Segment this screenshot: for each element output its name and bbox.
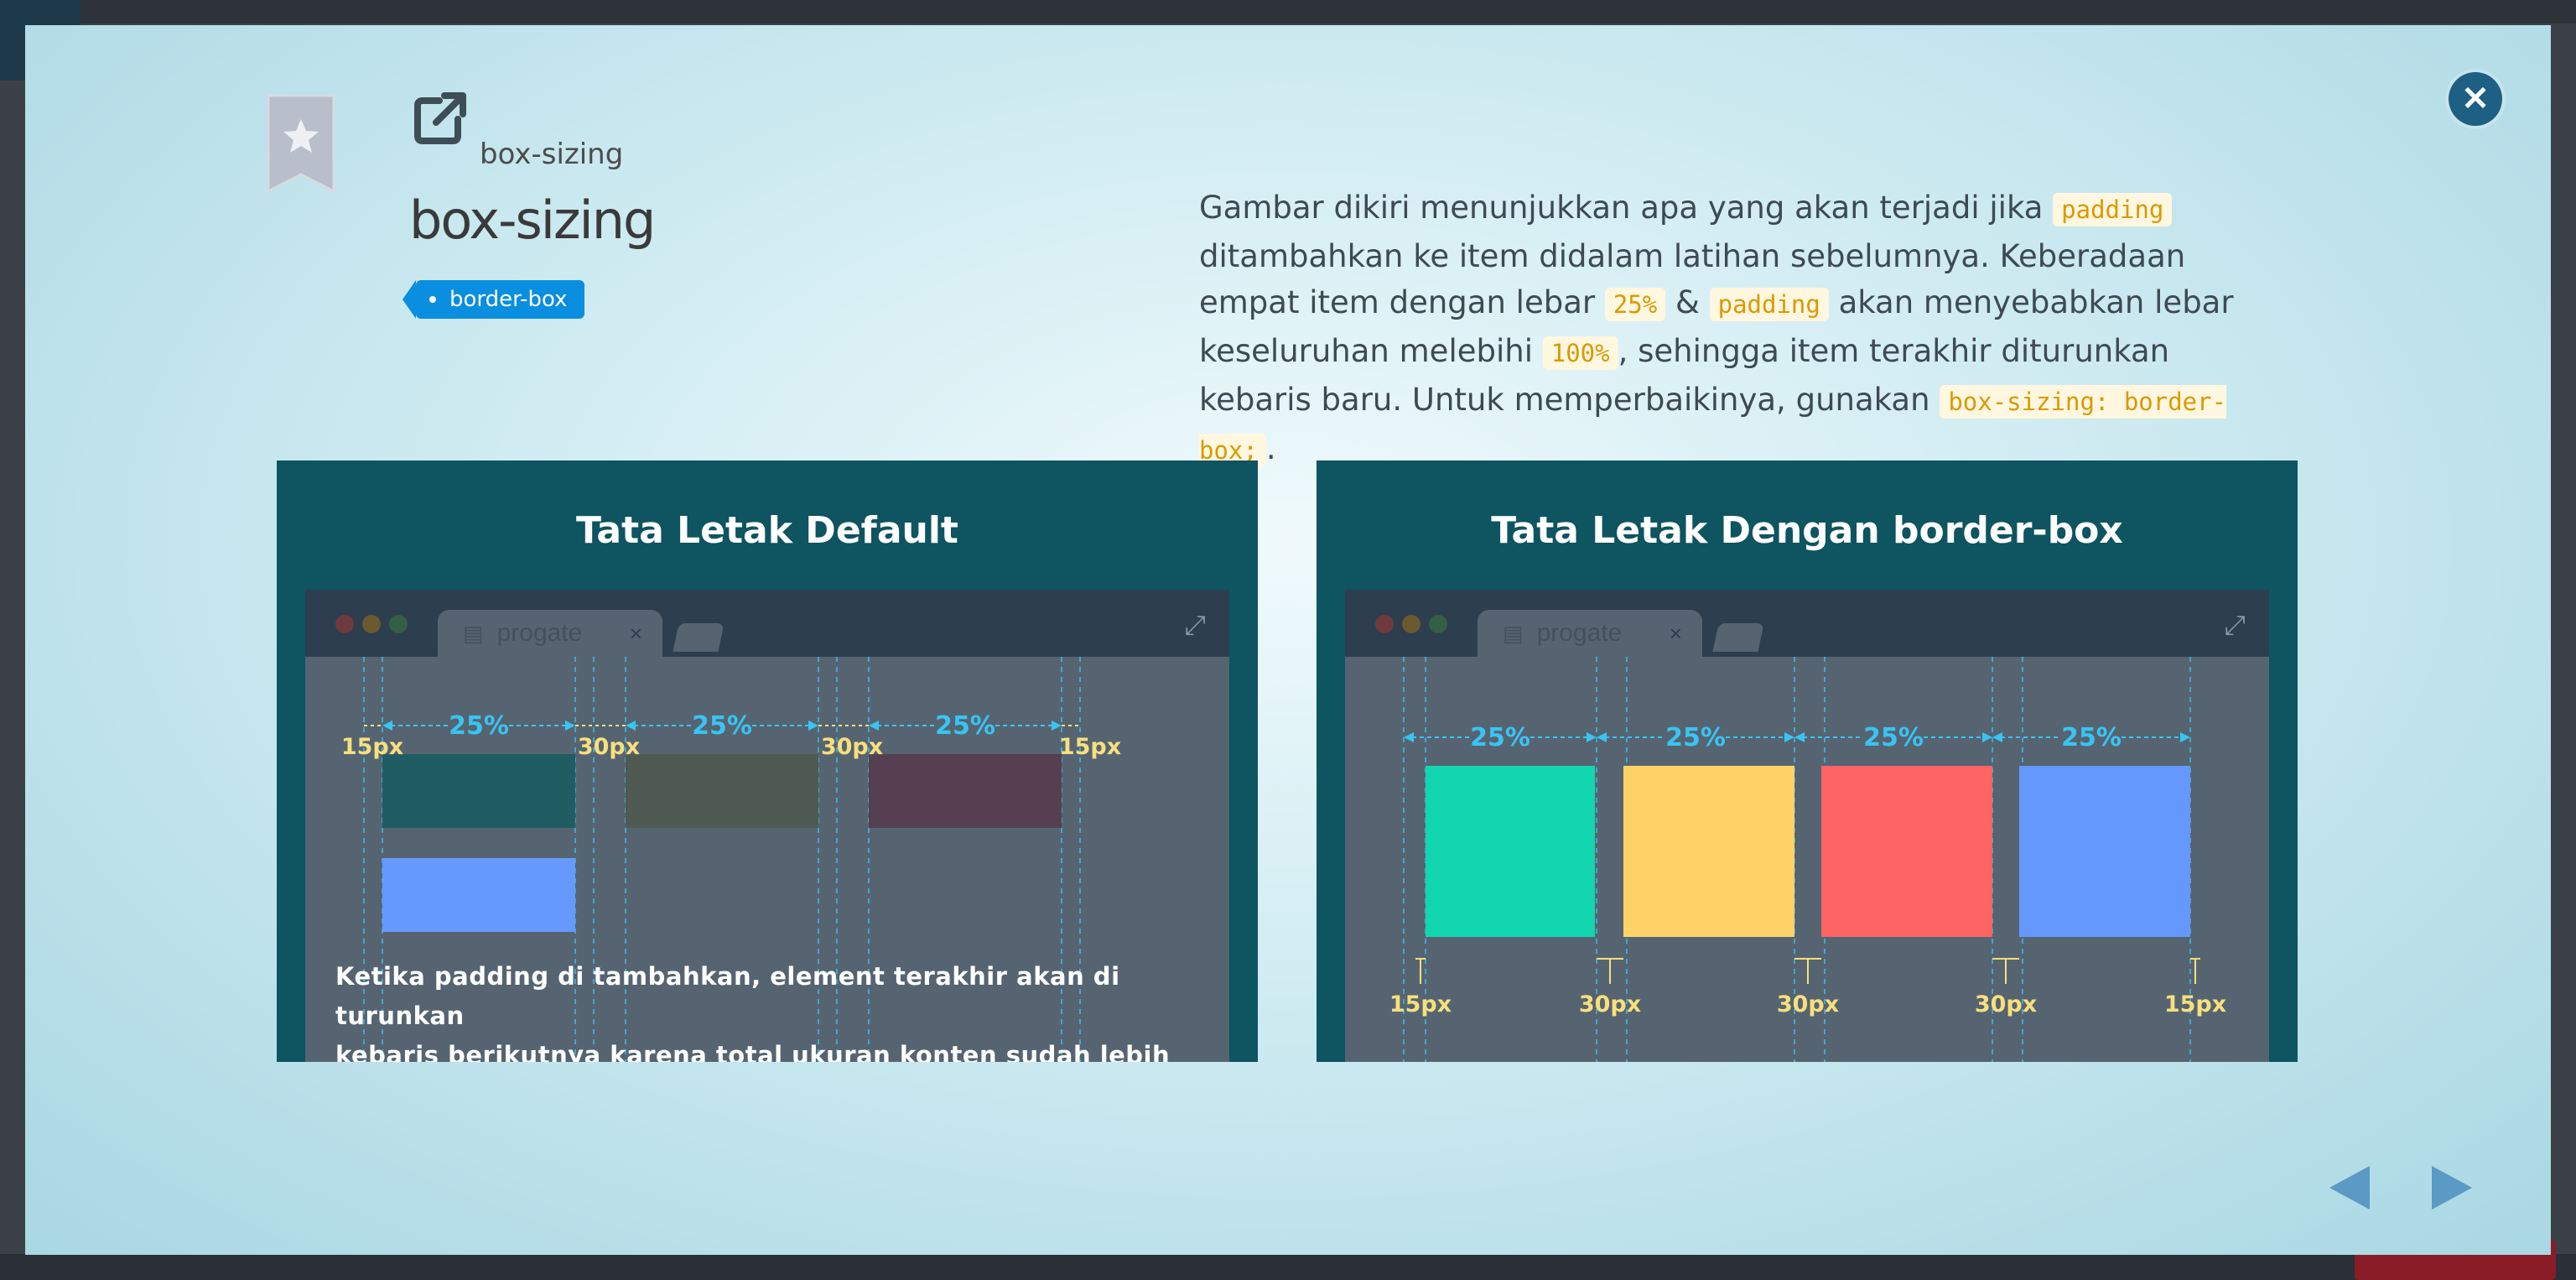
inline-code: 100%	[1542, 336, 1618, 370]
left-illustration: Tata Letak Default ▤ progate × ⤢ 25% 25% 25%…	[277, 460, 1258, 1062]
inline-code: padding	[1709, 288, 1829, 321]
percent-label: 25%	[449, 711, 509, 741]
arrow-head	[1587, 732, 1597, 742]
arrow-head	[382, 721, 392, 731]
content-box	[1623, 766, 1794, 937]
page-title: box-sizing	[409, 190, 656, 251]
padding-label: 30px	[578, 734, 640, 760]
percent-label: 25%	[1863, 723, 1924, 752]
padding-label: 15px	[1059, 734, 1121, 760]
padding-label: 15px	[2164, 991, 2226, 1017]
content-box	[2019, 766, 2190, 937]
close-icon[interactable]: ✕	[2449, 72, 2502, 126]
right-browser-mockup: ▤ progate × ⤢ 25% 25% 25% 25% 15px 30px 30px 30px…	[1345, 590, 2269, 1062]
percent-label: 25%	[1665, 723, 1726, 752]
right-panel-title: Tata Letak Dengan border-box	[1491, 509, 2123, 552]
arrow-head	[2180, 732, 2190, 742]
padding-label: 30px	[1579, 991, 1641, 1017]
content-box	[626, 754, 818, 828]
arrow-head	[1597, 732, 1607, 742]
left-browser-mockup: ▤ progate × ⤢ 25% 25% 25% 15px 30px 30px 15px Ke…	[305, 590, 1229, 1062]
description-segment: .	[1265, 430, 1276, 466]
slide-modal: ✕ box-sizing box-sizing border-box Gamba…	[25, 25, 2551, 1255]
bookmark-star-icon[interactable]	[267, 94, 335, 195]
content-box	[382, 754, 575, 828]
tag-label: border-box	[449, 287, 568, 312]
content-box	[1426, 766, 1595, 937]
content-box	[382, 858, 575, 932]
content-box	[1821, 766, 1992, 937]
arrow-head	[1784, 732, 1794, 742]
arrow-head	[1794, 732, 1805, 742]
description-segment: &	[1665, 284, 1710, 320]
arrow-head	[1992, 732, 2002, 742]
left-caption: Ketika padding di tambahkan, element ter…	[335, 957, 1216, 1062]
arrow-head	[808, 721, 818, 731]
background-bottombar	[0, 1254, 2576, 1280]
background-topbar	[0, 0, 2576, 23]
padding-label: 30px	[821, 734, 883, 760]
description-text: Gambar dikiri menunjukkan apa yang akan …	[1199, 185, 2289, 474]
padding-label: 15px	[341, 734, 403, 760]
right-diagram: 25% 25% 25% 25% 15px 30px 30px 30px 15px	[1389, 657, 2226, 1062]
right-illustration: Tata Letak Dengan border-box ▤ progate × ⤢…	[1317, 460, 2298, 1062]
percent-label: 25%	[692, 711, 752, 741]
arrow-head	[565, 721, 575, 731]
external-link-icon[interactable]	[411, 89, 470, 148]
percent-label: 25%	[2061, 723, 2122, 752]
padding-label: 30px	[1975, 991, 2037, 1017]
inline-code: padding	[2053, 193, 2173, 226]
percent-label: 25%	[935, 711, 995, 741]
arrow-head	[626, 721, 636, 731]
arrow-head	[1404, 732, 1414, 742]
content-box	[869, 754, 1062, 828]
breadcrumb[interactable]: box-sizing	[480, 138, 623, 171]
description-segment: Gambar dikiri menunjukkan apa yang akan …	[1199, 190, 2054, 226]
next-arrow-icon[interactable]	[2430, 1164, 2474, 1211]
caption-line-2: kebaris berikutnya karena total ukuran k…	[335, 1041, 1171, 1062]
inline-code: 25%	[1604, 288, 1666, 321]
prev-arrow-icon[interactable]	[2328, 1164, 2371, 1211]
arrow-head	[869, 721, 879, 731]
tag-dot	[429, 296, 436, 303]
arrow-head	[1052, 721, 1062, 731]
arrow-head	[1982, 732, 1992, 742]
padding-label: 15px	[1389, 991, 1452, 1017]
left-panel-title: Tata Letak Default	[576, 509, 958, 552]
tag-badge[interactable]: border-box	[402, 280, 584, 319]
caption-line-1: Ketika padding di tambahkan, element ter…	[335, 962, 1120, 1030]
percent-label: 25%	[1470, 723, 1530, 752]
padding-label: 30px	[1777, 991, 1839, 1017]
